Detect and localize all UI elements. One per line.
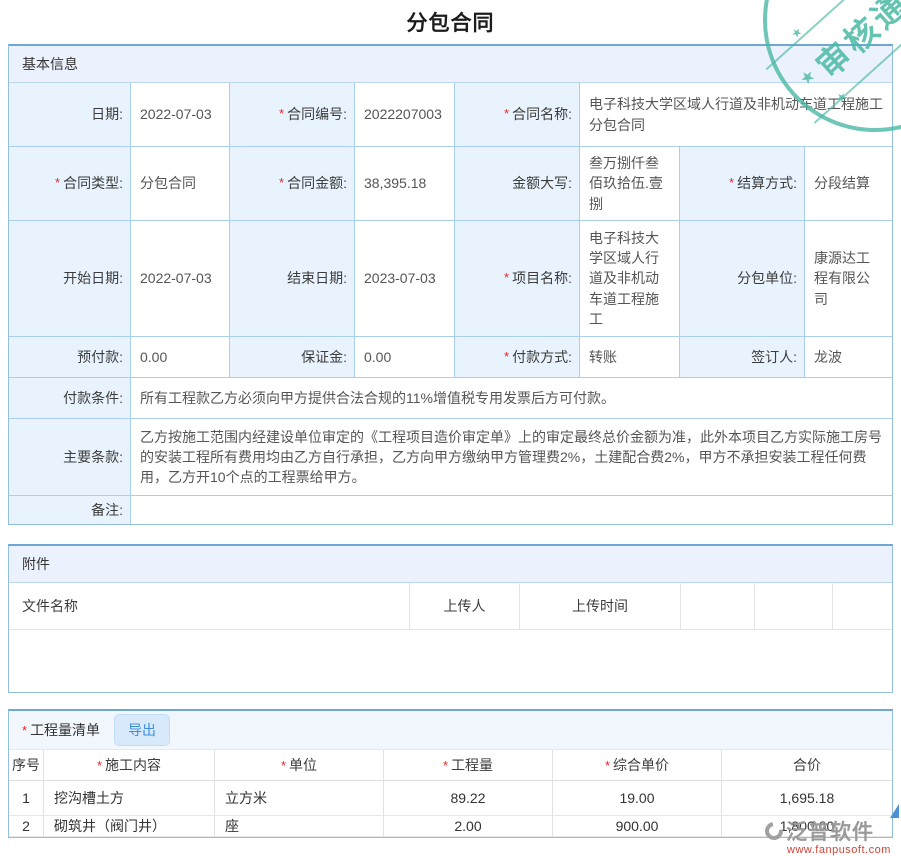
- field-label-subcontract-unit: 分包单位:: [680, 221, 805, 337]
- boq-col-total-price: 合价: [722, 750, 892, 781]
- export-button[interactable]: 导出: [114, 714, 170, 746]
- field-value-contract-type: 分包合同: [131, 147, 230, 221]
- attachments-col-uploader: 上传人: [410, 583, 520, 629]
- boq-col-quantity: *工程量: [384, 750, 553, 781]
- boq-row-unit-price: 900.00: [553, 816, 722, 837]
- boq-col-unit-price: *综合单价: [553, 750, 722, 781]
- required-mark: *: [97, 758, 102, 773]
- boq-row-unit: 立方米: [215, 781, 384, 816]
- field-label-project-name: *项目名称:: [455, 221, 580, 337]
- required-mark: *: [22, 723, 27, 738]
- field-label-start-date: 开始日期:: [9, 221, 131, 337]
- field-label-end-date: 结束日期:: [230, 221, 355, 337]
- required-mark: *: [504, 348, 509, 367]
- field-value-contract-name: 电子科技大学区域人行道及非机动车道工程施工分包合同: [580, 83, 892, 147]
- boq-row-content: 挖沟槽土方: [44, 781, 215, 816]
- attachments-section: 附件 文件名称 上传人 上传时间: [8, 544, 893, 693]
- contract-detail-page: 分包合同 ★ ★ ★ ★ ★ ★ ★ 审核通过 基本信息 日期: 2022-07…: [0, 0, 901, 856]
- boq-col-content: *施工内容: [44, 750, 215, 781]
- watermark-url: www.fanpusoft.com: [765, 844, 897, 856]
- boq-row-seq: 1: [9, 781, 44, 816]
- boq-row-total-price: 1,695.18: [722, 781, 892, 816]
- field-value-amount-words: 叁万捌仟叁佰玖拾伍.壹捌: [580, 147, 680, 221]
- field-value-date: 2022-07-03: [131, 83, 230, 147]
- section-title-attachments: 附件: [9, 546, 892, 583]
- boq-toolbar: * 工程量清单 导出: [9, 711, 892, 750]
- field-value-main-clauses: 乙方按施工范围内经建设单位审定的《工程项目造价审定单》上的审定最终总价金额为准，…: [131, 419, 892, 496]
- field-value-contract-amount: 38,395.18: [355, 147, 455, 221]
- required-mark: *: [504, 105, 509, 124]
- required-mark: *: [279, 105, 284, 124]
- field-label-contract-no: *合同编号:: [230, 83, 355, 147]
- field-label-amount-words: 金额大写:: [455, 147, 580, 221]
- field-value-deposit: 0.00: [355, 337, 455, 378]
- boq-row-quantity: 89.22: [384, 781, 553, 816]
- field-label-date: 日期:: [9, 83, 131, 147]
- required-mark: *: [55, 174, 60, 193]
- field-label-contract-name: *合同名称:: [455, 83, 580, 147]
- field-value-subcontract-unit: 康源达工程有限公司: [805, 221, 892, 337]
- field-value-contract-no: 2022207003: [355, 83, 455, 147]
- boq-row-unit-price: 19.00: [553, 781, 722, 816]
- field-label-payment-terms: 付款条件:: [9, 378, 131, 419]
- basic-info-table: 日期: 2022-07-03 *合同编号: 2022207003 *合同名称: …: [9, 83, 892, 524]
- boq-table: 序号 *施工内容 *单位 *工程量 *综合单价 合价 1 挖沟槽土方 立方米 8…: [9, 750, 892, 837]
- required-mark: *: [279, 174, 284, 193]
- required-mark: *: [504, 269, 509, 288]
- boq-row-total-price: 1,800.00: [722, 816, 892, 837]
- attachments-empty-body: [9, 630, 892, 692]
- field-value-payment-method: 转账: [580, 337, 680, 378]
- page-title: 分包合同: [0, 0, 901, 44]
- attachments-col-empty: [833, 583, 892, 629]
- boq-row-seq: 2: [9, 816, 44, 837]
- attachments-col-empty: [681, 583, 755, 629]
- field-label-signer: 签订人:: [680, 337, 805, 378]
- field-label-advance-payment: 预付款:: [9, 337, 131, 378]
- field-label-deposit: 保证金:: [230, 337, 355, 378]
- boq-section: * 工程量清单 导出 序号 *施工内容 *单位 *工程量 *综合单价 合价 1 …: [8, 709, 893, 838]
- field-value-start-date: 2022-07-03: [131, 221, 230, 337]
- field-label-remark: 备注:: [9, 496, 131, 524]
- boq-col-unit: *单位: [215, 750, 384, 781]
- attachments-col-file-name: 文件名称: [9, 583, 410, 629]
- field-value-project-name: 电子科技大学区域人行道及非机动车道工程施工: [580, 221, 680, 337]
- required-mark: *: [729, 174, 734, 193]
- basic-info-section: 基本信息 日期: 2022-07-03 *合同编号: 2022207003 *合…: [8, 44, 893, 525]
- field-label-contract-amount: *合同金额:: [230, 147, 355, 221]
- required-mark: *: [281, 758, 286, 773]
- field-value-signer: 龙波: [805, 337, 892, 378]
- field-label-settlement-method: *结算方式:: [680, 147, 805, 221]
- field-value-payment-terms: 所有工程款乙方必须向甲方提供合法合规的11%增值税专用发票后方可付款。: [131, 378, 892, 419]
- section-title-basic-info: 基本信息: [9, 46, 892, 83]
- field-value-end-date: 2023-07-03: [355, 221, 455, 337]
- field-value-remark: [131, 496, 892, 524]
- required-mark: *: [443, 758, 448, 773]
- field-label-payment-method: *付款方式:: [455, 337, 580, 378]
- required-mark: *: [605, 758, 610, 773]
- boq-col-seq: 序号: [9, 750, 44, 781]
- attachments-col-empty: [755, 583, 833, 629]
- field-value-settlement-method: 分段结算: [805, 147, 892, 221]
- attachments-col-upload-time: 上传时间: [520, 583, 681, 629]
- boq-row-unit: 座: [215, 816, 384, 837]
- field-value-advance-payment: 0.00: [131, 337, 230, 378]
- boq-row-content: 砌筑井（阀门井）: [44, 816, 215, 837]
- field-label-main-clauses: 主要条款:: [9, 419, 131, 496]
- attachments-table-header: 文件名称 上传人 上传时间: [9, 583, 892, 630]
- field-label-contract-type: *合同类型:: [9, 147, 131, 221]
- boq-row-quantity: 2.00: [384, 816, 553, 837]
- section-title-boq: 工程量清单: [30, 720, 100, 740]
